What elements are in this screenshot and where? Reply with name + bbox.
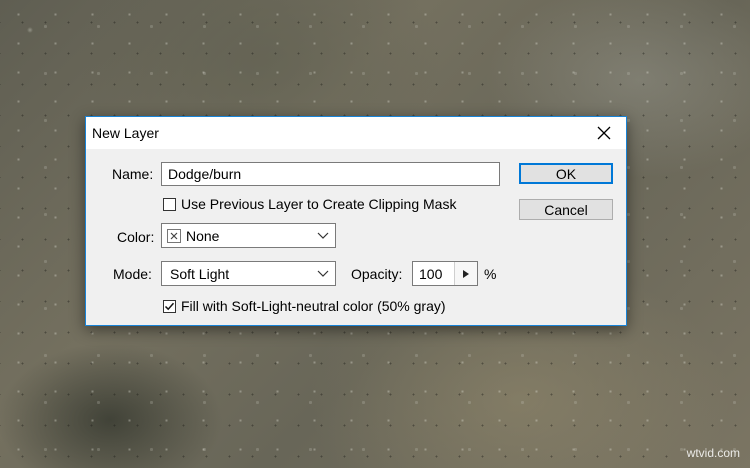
dialog-title: New Layer — [92, 125, 159, 141]
fill-neutral-checkbox[interactable] — [163, 300, 176, 313]
opacity-value: 100 — [419, 265, 443, 282]
none-swatch-icon — [167, 228, 181, 243]
mode-select[interactable]: Soft Light — [161, 261, 336, 286]
chevron-down-icon — [317, 232, 329, 239]
mode-value: Soft Light — [170, 265, 230, 282]
close-button[interactable] — [582, 117, 626, 148]
check-icon — [164, 302, 175, 311]
name-label: Name: — [112, 166, 154, 182]
clipping-mask-label: Use Previous Layer to Create Clipping Ma… — [181, 196, 457, 212]
clipping-mask-checkbox[interactable] — [163, 198, 176, 211]
color-select[interactable]: None — [161, 223, 336, 248]
cancel-button[interactable]: Cancel — [519, 199, 613, 220]
opacity-label: Opacity: — [351, 266, 403, 282]
opacity-stepper[interactable]: 100 — [412, 261, 478, 286]
fill-neutral-label: Fill with Soft-Light-neutral color (50% … — [181, 298, 446, 314]
opacity-arrow-button[interactable] — [454, 262, 477, 285]
triangle-right-icon — [463, 269, 469, 278]
title-bar: New Layer — [86, 117, 626, 149]
watermark: wtvid.com — [686, 446, 740, 460]
close-icon — [597, 126, 611, 139]
ok-button[interactable]: OK — [519, 163, 613, 184]
name-input[interactable] — [161, 162, 500, 186]
mode-label: Mode: — [113, 266, 152, 282]
color-value: None — [186, 227, 220, 244]
new-layer-dialog: New Layer Name: OK Cancel Use Previous L… — [85, 116, 627, 326]
color-label: Color: — [117, 229, 155, 245]
opacity-unit: % — [484, 266, 497, 282]
chevron-down-icon — [317, 270, 329, 277]
